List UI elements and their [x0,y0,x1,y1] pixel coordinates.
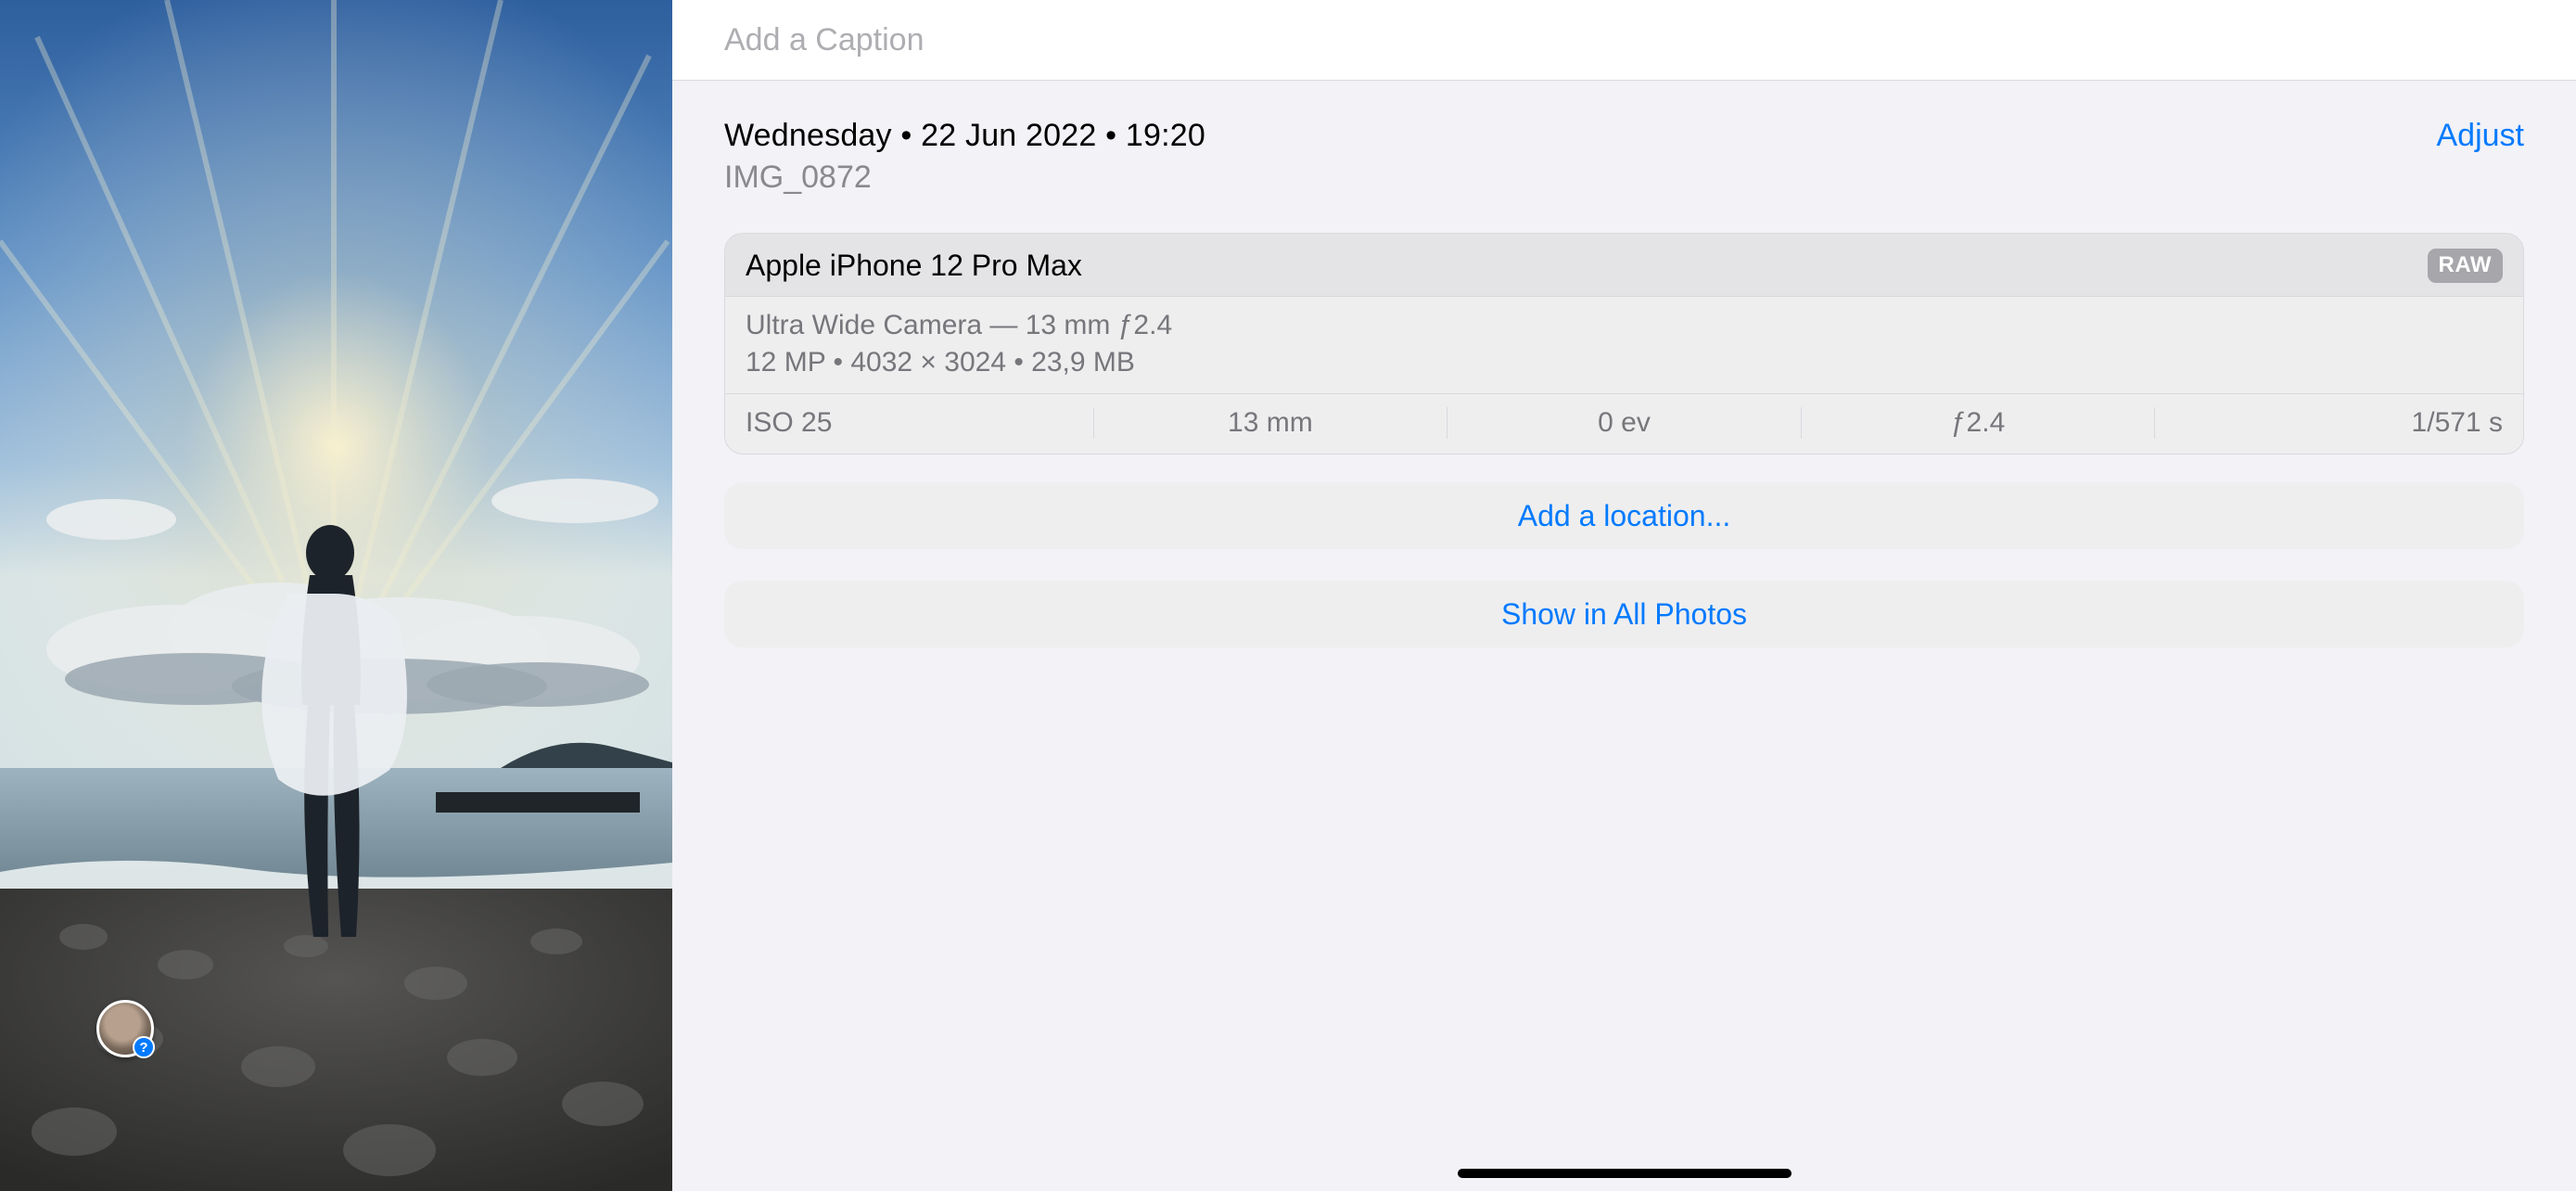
photo-info-panel: Wednesday • 22 Jun 2022 • 19:20 Adjust I… [672,0,2576,1191]
caption-field-container [672,0,2576,81]
exif-shutter: 1/571 s [2155,407,2503,439]
camera-metadata-card: Apple iPhone 12 Pro Max RAW Ultra Wide C… [724,233,2524,455]
caption-input[interactable] [724,22,2524,58]
show-in-all-photos-button[interactable]: Show in All Photos [724,581,2524,647]
adjust-datetime-button[interactable]: Adjust [2437,118,2525,154]
lens-info: Ultra Wide Camera — 13 mm ƒ2.4 [746,310,2503,341]
home-indicator[interactable] [1458,1169,1792,1178]
unknown-person-badge-icon: ? [133,1036,155,1058]
photo-filename: IMG_0872 [724,160,2524,196]
detected-face-thumbnail[interactable]: ? [96,1000,154,1057]
dimensions-info: 12 MP • 4032 × 3024 • 23,9 MB [746,347,2503,378]
exif-focal-length: 13 mm [1094,407,1448,439]
format-badge: RAW [2428,249,2504,283]
photo-datetime: Wednesday • 22 Jun 2022 • 19:20 [724,118,1205,154]
exif-exposure-bias: 0 ev [1447,407,1802,439]
photo-preview[interactable]: ? [0,0,672,1191]
exif-strip: ISO 25 13 mm 0 ev ƒ2.4 1/571 s [725,394,2523,454]
exif-aperture: ƒ2.4 [1802,407,2156,439]
exif-iso: ISO 25 [746,407,1094,439]
device-model: Apple iPhone 12 Pro Max [746,249,1082,283]
add-location-button[interactable]: Add a location... [724,482,2524,549]
